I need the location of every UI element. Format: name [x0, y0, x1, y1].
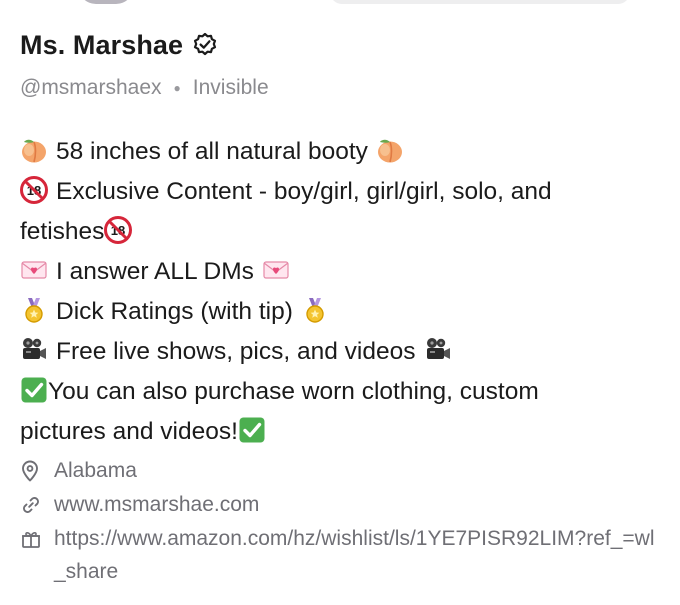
avatar-edge[interactable] — [78, 0, 134, 4]
location-text: Alabama — [54, 459, 137, 482]
bio-text: fetishes — [20, 218, 105, 245]
online-status: Invisible — [192, 76, 269, 99]
movie-camera-icon — [20, 336, 48, 364]
movie-camera-icon — [424, 336, 452, 364]
wishlist-row: https://www.amazon.com/hz/wishlist/ls/1Y… — [20, 522, 660, 588]
bio-line: You can also purchase worn clothing, cus… — [20, 372, 660, 412]
bio-text: pictures and videos! — [20, 418, 238, 445]
peach-icon — [20, 136, 48, 164]
header-image-edge — [0, 0, 680, 14]
medal-icon — [20, 296, 48, 324]
link-icon — [20, 488, 54, 522]
bio-text: Dick Ratings (with tip) — [56, 298, 293, 325]
bio-line: Dick Ratings (with tip) — [20, 292, 660, 332]
bio-line: fetishes 18 — [20, 212, 660, 252]
website-row: www.msmarshae.com — [20, 488, 660, 522]
bio: 58 inches of all natural booty 18 Exclus… — [20, 132, 660, 452]
check-mark-button-icon — [20, 376, 48, 404]
no-under-18-icon: 18 — [20, 176, 48, 204]
display-name: Ms. Marshae — [20, 29, 184, 60]
peach-icon — [376, 136, 404, 164]
bio-line: pictures and videos! — [20, 412, 660, 452]
wishlist-link[interactable]: https://www.amazon.com/hz/wishlist/ls/1Y… — [54, 522, 660, 588]
username: @msmarshaex — [20, 76, 162, 99]
bio-line: I answer ALL DMs — [20, 252, 660, 292]
bio-line: 58 inches of all natural booty — [20, 132, 660, 172]
bio-text: Exclusive Content - boy/girl, girl/girl,… — [56, 178, 552, 205]
location-row: Alabama — [20, 454, 660, 488]
website-link[interactable]: www.msmarshae.com — [54, 488, 660, 522]
profile-meta: Alabama www.msmarshae.com https://www.am… — [20, 454, 660, 588]
bio-line: 18 Exclusive Content - boy/girl, girl/gi… — [20, 172, 660, 212]
handle-row: @msmarshaex ● Invisible — [20, 76, 660, 100]
verified-badge-icon — [192, 32, 218, 58]
name-row: Ms. Marshae — [20, 26, 660, 64]
medal-icon — [301, 296, 329, 324]
edit-profile-button-edge[interactable] — [330, 0, 630, 4]
love-letter-icon — [262, 256, 290, 284]
love-letter-icon — [20, 256, 48, 284]
check-mark-button-icon — [238, 416, 266, 444]
separator-dot: ● — [173, 81, 181, 95]
gift-icon — [20, 522, 54, 556]
bio-text: 58 inches of all natural booty — [56, 138, 368, 165]
no-under-18-icon: 18 — [104, 216, 133, 244]
profile-info: Ms. Marshae @msmarshaex ● Invisible 58 i… — [20, 26, 660, 588]
bio-text: I answer ALL DMs — [56, 258, 254, 285]
bio-text: Free live shows, pics, and videos — [56, 338, 416, 365]
location-pin-icon — [20, 454, 54, 488]
bio-text: You can also purchase worn clothing, cus… — [48, 378, 539, 405]
bio-line: Free live shows, pics, and videos — [20, 332, 660, 372]
